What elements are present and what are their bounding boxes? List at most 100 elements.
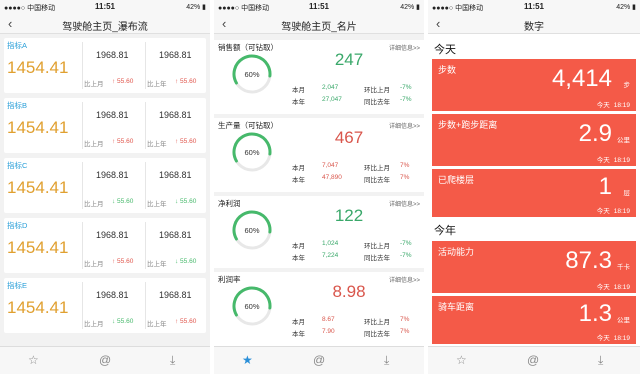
at-icon[interactable]: @ <box>527 353 539 367</box>
health-metric-card[interactable]: 步数 4,414 步今天 18:19 <box>432 59 636 111</box>
year-compare-value: 1968.81 <box>159 50 192 60</box>
mom-label: 环比上月 <box>364 243 390 250</box>
section-year: 今年 <box>434 225 456 237</box>
month-compare-value: 1968.81 <box>96 230 129 240</box>
section-today: 今天 <box>434 44 456 56</box>
month-label: 本月 <box>292 319 305 326</box>
indicator-card[interactable]: 指标C 1454.41 1968.81 1968.81 比上月 ↓ 55.60 比上年 ↓ 5… <box>4 158 206 213</box>
month-change: ↓ 55.60 <box>112 318 134 325</box>
indicator-value: 1454.41 <box>7 238 69 257</box>
timestamp: 今天 18:19 <box>596 335 630 342</box>
metric-value: 8.98 <box>332 282 366 301</box>
yoy-value: 7% <box>400 328 410 335</box>
health-metric-name: 步数+跑步距离 <box>438 120 498 130</box>
health-metric-name: 已爬楼层 <box>438 175 475 185</box>
year-change: ↓ 55.60 <box>175 258 197 265</box>
star-icon[interactable]: ★ <box>242 353 253 367</box>
health-metric-unit: 公里 <box>617 137 630 144</box>
divider <box>82 222 83 269</box>
download-icon[interactable]: ⤓ <box>598 353 603 368</box>
health-metric-card[interactable]: 活动能力 87.3 千卡 今天 18:19 <box>432 241 636 293</box>
tab-bar: ☆ @ ⤓ <box>0 346 210 374</box>
status-time: 11:51 <box>523 2 545 11</box>
star-icon[interactable]: ☆ <box>456 353 467 367</box>
download-icon[interactable]: ⤓ <box>170 353 175 368</box>
health-metric-unit: 千卡 <box>617 264 630 271</box>
at-icon[interactable]: @ <box>313 353 325 367</box>
health-metric-card[interactable]: 已爬楼层 1 层今天 18:19 <box>432 169 636 217</box>
gauge-percent: 60% <box>244 70 259 79</box>
indicator-name: 指标A <box>7 41 28 50</box>
month-label: 本月 <box>292 165 305 172</box>
star-icon[interactable]: ☆ <box>28 353 39 367</box>
year-compare-value: 1968.81 <box>159 170 192 180</box>
at-icon[interactable]: @ <box>99 353 111 367</box>
screenshot-collage: ●●●●○ 中国移动 11:51 42% ▮ ‹ 驾驶舱主页_瀑布流 指标A 14… <box>0 0 640 374</box>
metric-value: 122 <box>334 206 364 225</box>
mom-value: -7% <box>400 240 412 247</box>
month-compare-label: 比上月 <box>84 81 104 88</box>
mom-value: 7% <box>400 316 410 323</box>
health-metric-unit: 层 <box>623 190 631 197</box>
health-metric-unit: 公里 <box>617 317 630 324</box>
yoy-value: -7% <box>400 252 412 259</box>
metric-value: 247 <box>334 50 364 69</box>
battery-indicator: 42% ▮ <box>186 4 206 11</box>
indicator-card[interactable]: 指标A 1454.41 1968.81 1968.81 比上月 ↑ 55.60 比上年 ↑ 5… <box>4 38 206 93</box>
progress-gauge: 60% <box>232 132 272 172</box>
health-metric-card[interactable]: 骑车距离 1.3 公里 今天 18:19 <box>432 296 636 344</box>
health-metric-card[interactable]: 步数+跑步距离 2.9 公里 今天 18:19 <box>432 114 636 166</box>
yoy-label: 同比去年 <box>364 177 390 184</box>
divider <box>82 102 83 149</box>
month-change: ↓ 55.60 <box>112 198 134 205</box>
divider <box>145 222 146 269</box>
month-change: ↑ 55.60 <box>112 78 134 85</box>
metric-card[interactable]: 净利润 详细信息>> 60% 122 本月 1,024 本年 7,224 环比上月 -7% 同比去年… <box>214 196 424 268</box>
health-metric-name: 步数 <box>438 65 457 75</box>
year-value: 27,047 <box>322 96 342 103</box>
progress-gauge: 60% <box>232 286 272 326</box>
year-compare-label: 比上年 <box>147 81 167 88</box>
indicator-name: 指标E <box>7 281 28 290</box>
nav-bar: ‹ 驾驶舱主页_名片 <box>214 14 424 34</box>
yoy-value: 7% <box>400 174 410 181</box>
indicator-card[interactable]: 指标B 1454.41 1968.81 1968.81 比上月 ↑ 55.60 比上年 ↑ 5… <box>4 98 206 153</box>
timestamp: 今天 18:19 <box>596 208 630 215</box>
metric-card[interactable]: 销售额（可钻取） 详细信息>> 60% 247 本月 2,047 本年 27,047 环比上月 -… <box>214 40 424 114</box>
year-change: ↑ 55.60 <box>175 138 197 145</box>
month-label: 本月 <box>292 243 305 250</box>
month-compare-label: 比上月 <box>84 141 104 148</box>
timestamp: 今天 18:19 <box>596 284 630 291</box>
indicator-card[interactable]: 指标E 1454.41 1968.81 1968.81 比上月 ↓ 55.60 比上年 ↑ 5… <box>4 278 206 333</box>
year-compare-label: 比上年 <box>147 261 167 268</box>
battery-indicator: 42% ▮ <box>400 4 420 11</box>
mom-label: 环比上月 <box>364 319 390 326</box>
year-compare-value: 1968.81 <box>159 110 192 120</box>
health-metric-value: 4,414 <box>551 65 612 92</box>
yoy-label: 同比去年 <box>364 255 390 262</box>
phone-waterfall: ●●●●○ 中国移动 11:51 42% ▮ ‹ 驾驶舱主页_瀑布流 指标A 14… <box>0 0 210 374</box>
indicator-value: 1454.41 <box>7 178 69 197</box>
year-change: ↑ 55.60 <box>175 318 197 325</box>
indicator-name: 指标D <box>7 221 28 230</box>
yoy-label: 同比去年 <box>364 99 390 106</box>
health-metric-name: 活动能力 <box>438 247 475 257</box>
year-value: 7,224 <box>322 252 339 259</box>
progress-gauge: 60% <box>232 54 272 94</box>
month-compare-value: 1968.81 <box>96 170 129 180</box>
month-change: ↑ 55.60 <box>112 138 134 145</box>
gauge-percent: 60% <box>244 148 259 157</box>
divider <box>145 162 146 209</box>
year-label: 本年 <box>292 255 305 262</box>
indicator-card[interactable]: 指标D 1454.41 1968.81 1968.81 比上月 ↑ 55.60 比上年 ↓ 5… <box>4 218 206 273</box>
month-label: 本月 <box>292 87 305 94</box>
health-metric-name: 骑车距离 <box>438 302 475 312</box>
year-label: 本年 <box>292 177 305 184</box>
year-compare-label: 比上年 <box>147 321 167 328</box>
metric-card[interactable]: 生产量（可钻取） 详细信息>> 60% 467 本月 7,047 本年 47,890 环比上月 7… <box>214 118 424 192</box>
mom-value: -7% <box>400 84 412 91</box>
month-value: 7,047 <box>322 162 339 169</box>
metric-card[interactable]: 利润率 详细信息>> 60% 8.98 本月 8.67 本年 7.90 环比上月 7% 同比去年 7% <box>214 272 424 346</box>
download-icon[interactable]: ⤓ <box>384 353 389 368</box>
year-change: ↑ 55.60 <box>175 78 197 85</box>
